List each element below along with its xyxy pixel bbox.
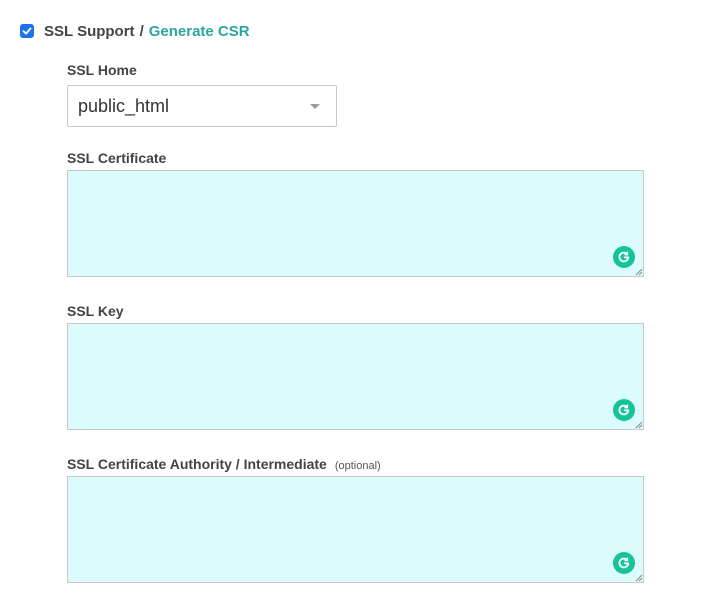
generate-csr-link[interactable]: Generate CSR: [149, 23, 250, 40]
optional-note: (optional): [334, 460, 381, 472]
ssl-ca-label-text: SSL Certificate Authority / Intermediate: [67, 456, 327, 472]
ssl-certificate-field-wrapper: [67, 170, 644, 277]
ssl-settings-panel: SSL Support / Generate CSR SSL Home publ…: [0, 0, 702, 604]
ssl-certificate-label: SSL Certificate: [67, 150, 167, 166]
resize-handle-icon[interactable]: [635, 421, 643, 429]
ssl-key-textarea[interactable]: [67, 323, 644, 430]
ssl-ca-label: SSL Certificate Authority / Intermediate…: [67, 456, 381, 472]
ssl-ca-textarea[interactable]: [67, 476, 644, 583]
grammarly-glyph: [618, 404, 630, 416]
ssl-support-label: SSL Support: [44, 22, 135, 40]
ssl-support-row: SSL Support / Generate CSR: [20, 22, 250, 40]
ssl-ca-field-wrapper: [67, 476, 644, 583]
ssl-key-field-wrapper: [67, 323, 644, 430]
ssl-home-label: SSL Home: [67, 62, 137, 78]
caret-down-icon: [310, 104, 320, 109]
checkmark-icon: [22, 27, 32, 35]
grammarly-glyph: [618, 557, 630, 569]
ssl-key-label: SSL Key: [67, 303, 124, 319]
grammarly-icon[interactable]: [613, 399, 635, 421]
resize-handle-icon[interactable]: [635, 574, 643, 582]
ssl-certificate-textarea[interactable]: [67, 170, 644, 277]
grammarly-icon[interactable]: [613, 552, 635, 574]
grammarly-icon[interactable]: [613, 246, 635, 268]
resize-handle-icon[interactable]: [635, 268, 643, 276]
ssl-home-select[interactable]: public_html: [67, 85, 337, 127]
ssl-support-checkbox[interactable]: [20, 24, 34, 38]
ssl-home-selected-value: public_html: [78, 96, 170, 116]
header-separator: /: [139, 22, 144, 40]
grammarly-glyph: [618, 251, 630, 263]
